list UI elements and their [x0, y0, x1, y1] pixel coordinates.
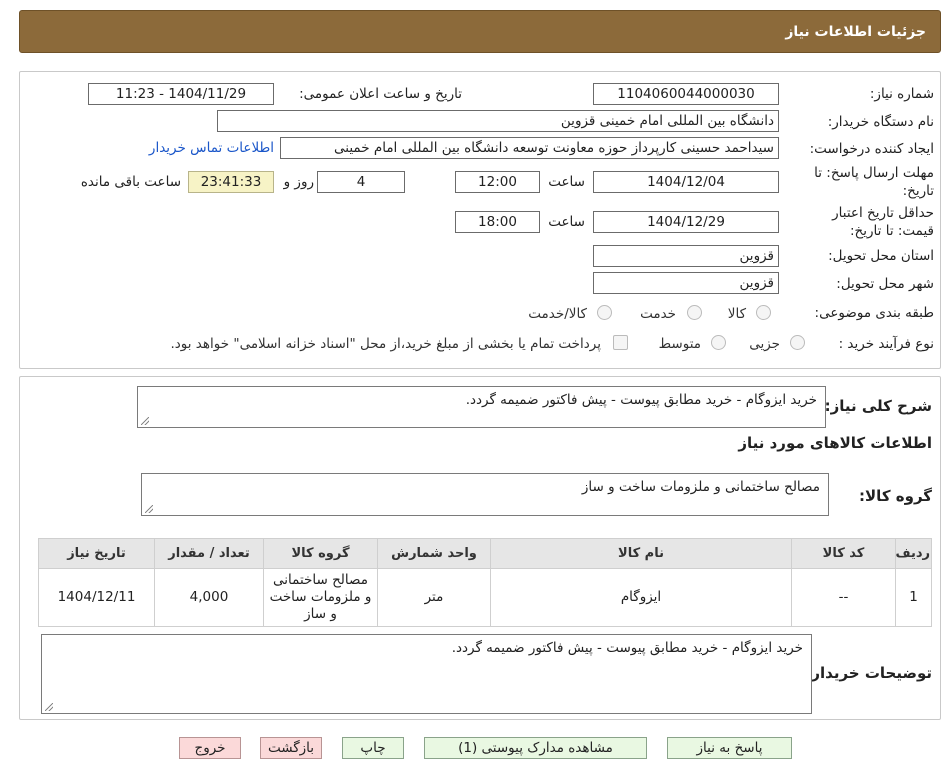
requester-label: ایجاد کننده درخواست: [809, 141, 934, 157]
need-number-field: 1104060044000030 [593, 83, 779, 105]
summary-label: شرح کلی نیاز: [824, 397, 932, 415]
view-attachments-button[interactable]: مشاهده مدارک پیوستی (1) [424, 737, 647, 759]
cell-row: 1 [895, 568, 932, 627]
cell-date: 1404/12/11 [38, 568, 155, 627]
resize-grip-icon[interactable] [45, 703, 53, 711]
cell-group: مصالح ساختمانی و ملزومات ساخت و ساز [263, 568, 378, 627]
treasury-payment-note: پرداخت تمام یا بخشی از مبلغ خرید،از محل … [170, 336, 601, 352]
announce-date-label: تاریخ و ساعت اعلان عمومی: [299, 86, 462, 102]
col-header-unit: واحد شمارش [377, 538, 491, 569]
page-header: جزئیات اطلاعات نیاز [19, 10, 941, 53]
buyer-notes-label: توضیحات خریدار: [805, 664, 932, 682]
cell-qty: 4,000 [154, 568, 264, 627]
treasury-payment-checkbox[interactable] [613, 335, 628, 350]
category-label: طبقه بندی موضوعی: [814, 305, 934, 321]
print-button[interactable]: چاپ [342, 737, 404, 759]
deadline-time-field: 12:00 [455, 171, 540, 193]
col-header-date: تاریخ نیاز [38, 538, 155, 569]
process-medium-radio[interactable] [711, 335, 726, 350]
resize-grip-icon[interactable] [141, 417, 149, 425]
goods-group-label: گروه کالا: [859, 487, 932, 505]
category-goods-radio[interactable] [756, 305, 771, 320]
category-goods-service-label: کالا/خدمت [528, 306, 587, 322]
reply-button[interactable]: پاسخ به نیاز [667, 737, 792, 759]
buyer-notes-textarea[interactable]: خرید ایزوگام - خرید مطابق پیوست - پیش فا… [41, 634, 812, 714]
col-header-qty: تعداد / مقدار [154, 538, 264, 569]
deadline-date-field: 1404/12/04 [593, 171, 779, 193]
buyer-notes-text: خرید ایزوگام - خرید مطابق پیوست - پیش فا… [451, 640, 803, 656]
category-goods-service-radio[interactable] [597, 305, 612, 320]
buyer-org-label: نام دستگاه خریدار: [827, 114, 934, 130]
table-row: 1 -- ایزوگام متر مصالح ساختمانی و ملزوما… [38, 568, 932, 627]
col-header-code: کد کالا [791, 538, 896, 569]
deadline-time-label: ساعت [548, 174, 585, 190]
province-label: استان محل تحویل: [828, 248, 934, 264]
cell-unit: متر [377, 568, 491, 627]
summary-textarea[interactable]: خرید ایزوگام - خرید مطابق پیوست - پیش فا… [137, 386, 826, 428]
requester-field: سیداحمد حسینی کارپرداز حوزه معاونت توسعه… [280, 137, 779, 159]
validity-time-field: 18:00 [455, 211, 540, 233]
page-title: جزئیات اطلاعات نیاز [785, 23, 926, 40]
resize-grip-icon[interactable] [145, 505, 153, 513]
process-type-label: نوع فرآیند خرید : [838, 336, 934, 352]
province-field: قزوین [593, 245, 779, 267]
validity-time-label: ساعت [548, 214, 585, 230]
buyer-contact-link[interactable]: اطلاعات تماس خریدار [149, 140, 274, 156]
days-remaining-field: 4 [317, 171, 405, 193]
city-field: قزوین [593, 272, 779, 294]
days-label: روز و [283, 174, 314, 190]
col-header-row: ردیف [895, 538, 932, 569]
need-number-label: شماره نیاز: [869, 86, 934, 102]
back-button[interactable]: بازگشت [260, 737, 322, 759]
exit-button[interactable]: خروج [179, 737, 241, 759]
announce-date-field: 1404/11/29 - 11:23 [88, 83, 274, 105]
validity-label: حداقل تاریخ اعتبار [832, 205, 934, 221]
goods-table: ردیف کد کالا نام کالا واحد شمارش گروه کا… [38, 538, 932, 627]
process-minor-label: جزیی [749, 336, 780, 352]
category-service-radio[interactable] [687, 305, 702, 320]
process-minor-radio[interactable] [790, 335, 805, 350]
goods-section-title: اطلاعات کالاهای مورد نیاز [738, 434, 932, 452]
process-medium-label: متوسط [658, 336, 701, 352]
city-label: شهر محل تحویل: [836, 276, 934, 292]
summary-text: خرید ایزوگام - خرید مطابق پیوست - پیش فا… [465, 392, 817, 408]
validity-label-line2: قیمت: تا تاریخ: [850, 223, 934, 239]
cell-code: -- [791, 568, 896, 627]
goods-group-text: مصالح ساختمانی و ملزومات ساخت و ساز [581, 479, 820, 495]
goods-group-textarea[interactable]: مصالح ساختمانی و ملزومات ساخت و ساز [141, 473, 829, 516]
deadline-label-line2: تاریخ: [902, 183, 934, 199]
remaining-time-label: ساعت باقی مانده [80, 174, 181, 190]
category-service-label: خدمت [640, 306, 676, 322]
category-goods-label: کالا [727, 306, 746, 322]
remaining-time-field: 23:41:33 [188, 171, 274, 193]
cell-name: ایزوگام [490, 568, 792, 627]
buyer-org-field: دانشگاه بین المللی امام خمینی قزوین [217, 110, 779, 132]
col-header-name: نام کالا [490, 538, 792, 569]
col-header-group: گروه کالا [263, 538, 378, 569]
deadline-label: مهلت ارسال پاسخ: تا [814, 165, 934, 181]
validity-date-field: 1404/12/29 [593, 211, 779, 233]
table-header-row: ردیف کد کالا نام کالا واحد شمارش گروه کا… [38, 538, 932, 569]
